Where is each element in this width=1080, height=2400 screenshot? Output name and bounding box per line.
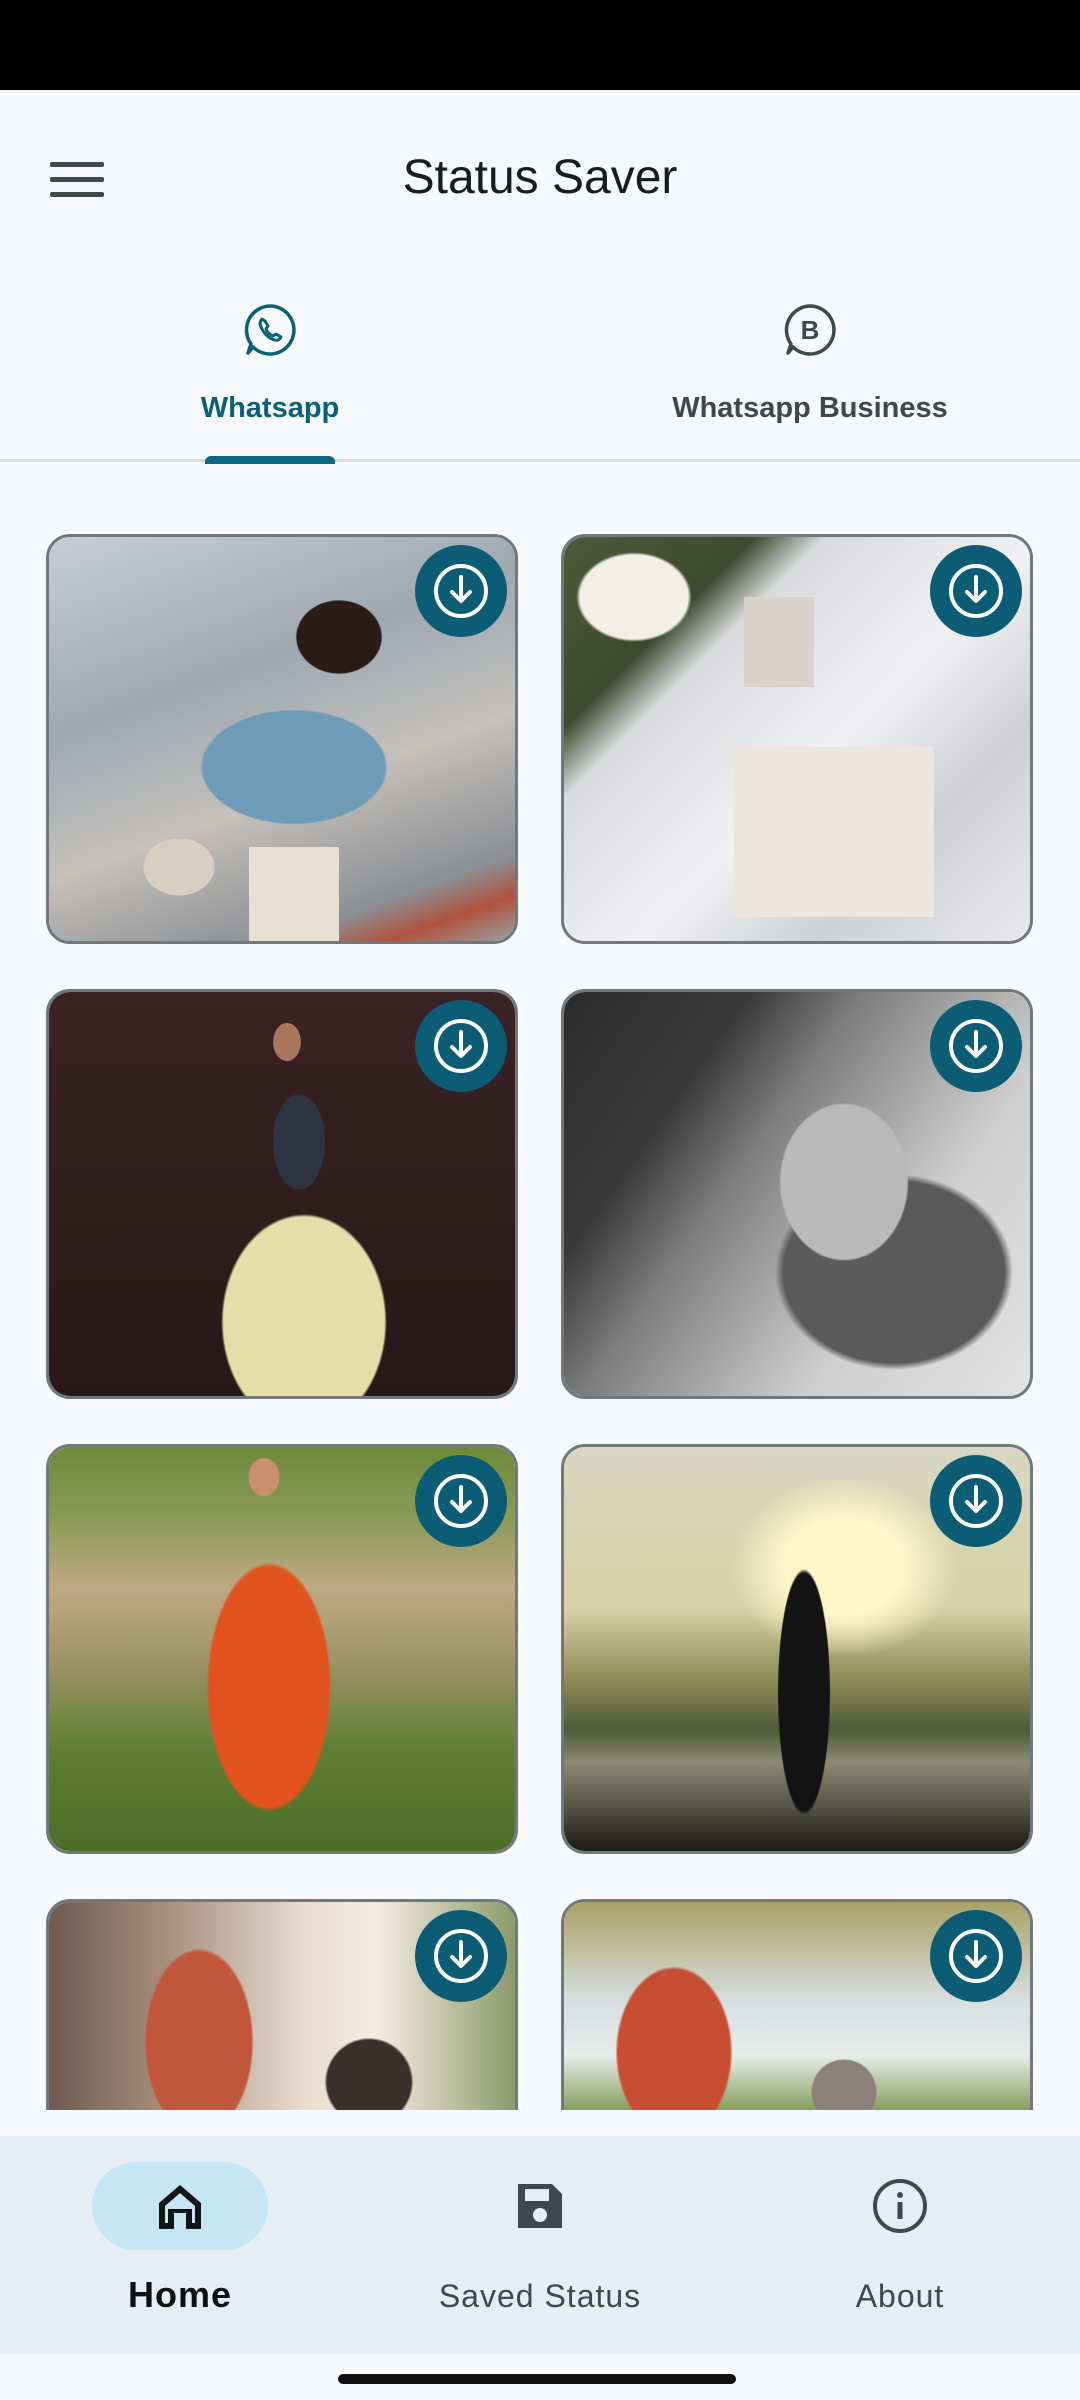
nav-saved-status-label: Saved Status (438, 2278, 642, 2314)
download-icon (949, 564, 1003, 618)
status-card[interactable] (46, 1444, 518, 1854)
download-icon (434, 1929, 488, 1983)
nav-home[interactable]: Home (0, 2136, 360, 2354)
nav-about-label: About (855, 2278, 945, 2314)
download-button[interactable] (930, 545, 1022, 637)
download-icon (434, 1474, 488, 1528)
status-grid (0, 462, 1080, 2110)
status-card[interactable] (46, 1899, 518, 2110)
svg-text:B: B (801, 315, 820, 345)
status-card[interactable] (561, 1899, 1033, 2110)
download-button[interactable] (415, 1000, 507, 1092)
status-card[interactable] (46, 534, 518, 944)
nav-home-label: Home (127, 2274, 233, 2315)
status-card[interactable] (561, 534, 1033, 944)
tab-whatsapp-business-label: Whatsapp Business (672, 392, 948, 424)
gesture-bar (0, 2354, 1080, 2400)
tab-whatsapp-label: Whatsapp (200, 392, 340, 424)
home-icon (159, 2185, 201, 2229)
app-title: Status Saver (402, 151, 678, 204)
download-button[interactable] (415, 1455, 507, 1547)
whatsapp-icon (244, 304, 296, 356)
nav-saved-status[interactable]: Saved Status (360, 2136, 720, 2354)
status-card[interactable] (561, 1444, 1033, 1854)
info-icon (873, 2179, 927, 2233)
download-button[interactable] (930, 1910, 1022, 2002)
tab-whatsapp[interactable]: Whatsapp (0, 270, 540, 464)
download-icon (949, 1929, 1003, 1983)
whatsapp-business-icon: B (784, 304, 836, 356)
download-icon (434, 1019, 488, 1073)
app-bar: Status Saver (0, 90, 1080, 270)
status-card[interactable] (561, 989, 1033, 1399)
download-icon (949, 1019, 1003, 1073)
nav-about[interactable]: About (720, 2136, 1080, 2354)
download-icon (949, 1474, 1003, 1528)
download-button[interactable] (415, 1910, 507, 2002)
save-icon (518, 2184, 562, 2228)
bottom-navigation: Home Saved Status About (0, 2136, 1080, 2354)
download-button[interactable] (930, 1000, 1022, 1092)
status-card[interactable] (46, 989, 518, 1399)
download-icon (434, 564, 488, 618)
status-bar (0, 0, 1080, 90)
home-indicator[interactable] (338, 2374, 736, 2384)
download-button[interactable] (930, 1455, 1022, 1547)
download-button[interactable] (415, 545, 507, 637)
tab-bar: Whatsapp B Whatsapp Business (0, 270, 1080, 464)
tab-whatsapp-business[interactable]: B Whatsapp Business (540, 270, 1080, 460)
